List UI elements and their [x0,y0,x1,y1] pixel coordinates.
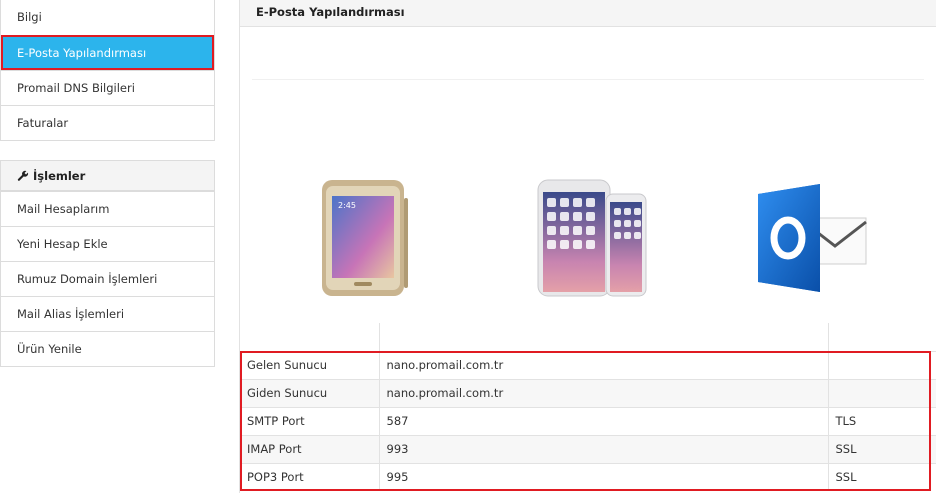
setting-security: SSL [828,462,936,491]
setting-security: SSL [828,434,936,463]
email-config-panel: E-Posta Yapılandırması 2:45 Gelen Sunucu… [239,0,936,493]
operations-header: İşlemler [1,161,214,191]
sidebar-item-bilgi[interactable]: Bilgi [1,0,214,35]
config-table: Gelen Sunucu nano.promail.com.tr Giden S… [240,323,936,491]
sidebar-item-alias-domain[interactable]: Rumuz Domain İşlemleri [1,261,214,296]
divider [252,79,924,80]
setting-security [828,378,936,407]
sidebar-item-mail-alias[interactable]: Mail Alias İşlemleri [1,296,214,331]
setting-name: POP3 Port [240,462,380,491]
setting-value: 587 [379,406,829,435]
account-menu: Bilgi E-Posta Yapılandırması Promail DNS… [0,0,215,141]
sidebar-item-new-account[interactable]: Yeni Hesap Ekle [1,226,214,261]
operations-menu: İşlemler Mail Hesaplarım Yeni Hesap Ekle… [0,160,215,367]
config-table-wrap: Gelen Sunucu nano.promail.com.tr Giden S… [240,323,936,491]
operations-header-label: İşlemler [33,168,86,183]
setting-value: nano.promail.com.tr [379,378,829,407]
setting-security: TLS [828,406,936,435]
outlook-logo[interactable] [754,182,870,294]
setting-name: Giden Sunucu [240,378,380,407]
table-row: Giden Sunucu nano.promail.com.tr [240,378,936,407]
setting-name: Gelen Sunucu [240,350,380,379]
sidebar: Bilgi E-Posta Yapılandırması Promail DNS… [0,0,215,367]
setting-security [828,350,936,379]
setting-name: SMTP Port [240,406,380,435]
wrench-icon [17,170,29,181]
table-row: IMAP Port 993 SSL [240,434,936,463]
sidebar-item-mail-accounts[interactable]: Mail Hesaplarım [1,191,214,226]
sidebar-item-dns[interactable]: Promail DNS Bilgileri [1,70,214,105]
table-row: SMTP Port 587 TLS [240,406,936,435]
setting-value: 993 [379,434,829,463]
panel-title: E-Posta Yapılandırması [240,0,936,27]
android-phone-image[interactable]: 2:45 [320,178,410,298]
svg-text:2:45: 2:45 [338,201,356,210]
sidebar-item-renew[interactable]: Ürün Yenile [1,331,214,366]
sidebar-item-invoices[interactable]: Faturalar [1,105,214,140]
setting-name: IMAP Port [240,434,380,463]
device-images: 2:45 [240,170,936,298]
table-header-row [240,323,936,351]
setting-value: nano.promail.com.tr [379,350,829,379]
table-row: POP3 Port 995 SSL [240,462,936,491]
iphone-image[interactable] [536,178,648,298]
sidebar-item-email-config[interactable]: E-Posta Yapılandırması [1,35,214,70]
setting-value: 995 [379,462,829,491]
table-row: Gelen Sunucu nano.promail.com.tr [240,350,936,379]
